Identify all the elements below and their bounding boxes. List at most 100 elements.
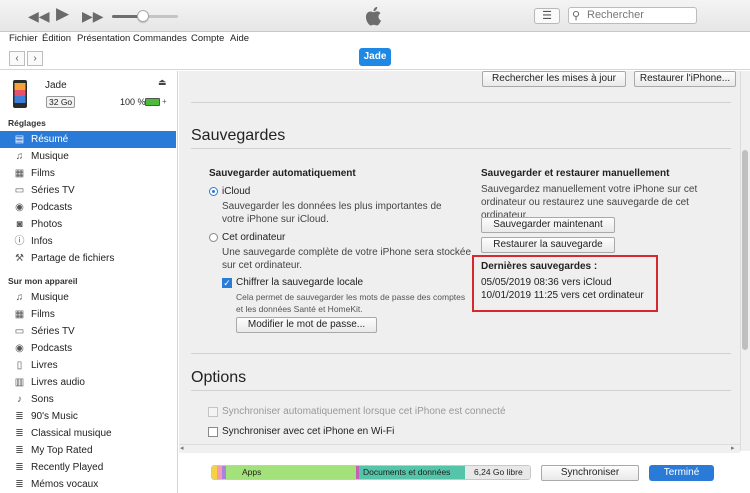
playlist-icon: ≣ — [15, 411, 24, 422]
storage-segment-apps: Apps — [226, 466, 356, 479]
done-button[interactable]: Terminé — [649, 465, 714, 481]
sidebar-item-label: Films — [31, 309, 55, 320]
icloud-radio[interactable] — [209, 187, 218, 196]
play-icon[interactable]: ▶ — [56, 5, 69, 22]
sidebar-item-label: Podcasts — [31, 343, 73, 354]
icloud-label[interactable]: iCloud — [222, 185, 250, 198]
sidebar-item-label: Infos — [31, 236, 53, 247]
sidebar-item-label: Résumé — [31, 134, 69, 145]
restore-backup-button[interactable]: Restaurer la sauvegarde — [481, 237, 615, 253]
backup-now-button[interactable]: Sauvegarder maintenant — [481, 217, 615, 233]
forward-arrow-icon[interactable]: › — [27, 51, 43, 66]
sidebar-item-films[interactable]: ▦ Films — [0, 165, 176, 182]
encrypt-description: Cela permet de sauvegarder les mots de p… — [236, 292, 466, 314]
eject-icon[interactable]: ⏏ — [158, 77, 167, 88]
book-icon: ▯ — [16, 360, 23, 371]
computer-label[interactable]: Cet ordinateur — [222, 231, 285, 244]
sidebar-item-label: Films — [31, 168, 55, 179]
encrypt-checkbox[interactable]: ✓ — [222, 278, 232, 288]
section-divider — [191, 102, 731, 103]
auto-backup-title: Sauvegarder automatiquement — [209, 168, 356, 179]
sidebar-item-device-livres[interactable]: ▯ Livres — [0, 357, 176, 374]
sidebar-item-device-sons[interactable]: ♪ Sons — [0, 391, 176, 408]
sidebar-item-label: My Top Rated — [31, 445, 93, 456]
menu-edition[interactable]: Édition — [42, 33, 71, 44]
sidebar-item-playlist-memos[interactable]: ≣ Mémos vocaux — [0, 476, 176, 493]
playlist-icon: ≣ — [15, 445, 24, 456]
sidebar-header-reglages: Réglages — [8, 118, 46, 128]
sidebar-header-appareil: Sur mon appareil — [8, 276, 78, 286]
sidebar-item-label: Séries TV — [31, 326, 75, 337]
sync-auto-checkbox[interactable] — [208, 407, 218, 417]
change-password-button[interactable]: Modifier le mot de passe... — [236, 317, 377, 333]
sidebar-item-series-tv[interactable]: ▭ Séries TV — [0, 182, 176, 199]
encrypt-label[interactable]: Chiffrer la sauvegarde locale — [236, 276, 363, 289]
sidebar-item-podcasts[interactable]: ◉ Podcasts — [0, 199, 176, 216]
menu-aide[interactable]: Aide — [230, 33, 249, 44]
sidebar-item-photos[interactable]: ◙ Photos — [0, 216, 176, 233]
search-input[interactable]: Rechercher — [568, 7, 697, 24]
iphone-icon — [13, 80, 27, 108]
sidebar-item-playlist-recent[interactable]: ≣ Recently Played — [0, 459, 176, 476]
sidebar-item-resume[interactable]: ▤ Résumé — [0, 131, 176, 148]
scrollbar-thumb[interactable] — [742, 150, 748, 350]
manual-backup-title: Sauvegarder et restaurer manuellement — [481, 168, 670, 179]
list-view-button[interactable]: ☰ — [534, 8, 560, 24]
device-tab[interactable]: Jade — [359, 48, 391, 66]
sync-button[interactable]: Synchroniser — [541, 465, 639, 481]
sidebar-item-device-series-tv[interactable]: ▭ Séries TV — [0, 323, 176, 340]
volume-slider-knob[interactable] — [137, 10, 149, 22]
film-icon: ▦ — [14, 168, 25, 179]
device-name: Jade — [45, 80, 67, 91]
restore-iphone-button[interactable]: Restaurer l'iPhone... — [634, 71, 736, 87]
sidebar-item-device-films[interactable]: ▦ Films — [0, 306, 176, 323]
sidebar-item-device-livres-audio[interactable]: ▥ Livres audio — [0, 374, 176, 391]
sync-auto-label[interactable]: Synchroniser automatiquement lorsque cet… — [222, 405, 506, 418]
sidebar-item-musique[interactable]: ♫ Musique — [0, 148, 176, 165]
scroll-right-icon[interactable]: ▸ — [731, 444, 735, 452]
sidebar-item-label: Sons — [31, 394, 54, 405]
computer-radio[interactable] — [209, 233, 218, 242]
section-divider — [191, 353, 731, 354]
summary-icon: ▤ — [14, 134, 25, 145]
capacity-badge: 32 Go — [46, 96, 76, 108]
sidebar-item-label: Mémos vocaux — [31, 479, 99, 490]
menu-commandes[interactable]: Commandes — [133, 33, 187, 44]
scroll-left-icon[interactable]: ◂ — [180, 444, 184, 452]
icloud-description: Sauvegarder les données les plus importa… — [222, 201, 442, 225]
menu-compte[interactable]: Compte — [191, 33, 224, 44]
sidebar-item-playlist-top-rated[interactable]: ≣ My Top Rated — [0, 442, 176, 459]
horizontal-scrollbar[interactable]: ◂ ▸ — [179, 444, 740, 453]
sidebar: Jade 32 Go ⏏ 100 % + Réglages ▤ Résumé ♫ M… — [0, 71, 178, 493]
fast-forward-icon[interactable]: ▶▶ — [82, 8, 104, 24]
battery-percentage: 100 % — [120, 97, 146, 107]
sidebar-item-device-podcasts[interactable]: ◉ Podcasts — [0, 340, 176, 357]
battery-icon — [145, 98, 160, 106]
sidebar-item-label: Livres audio — [31, 377, 85, 388]
charging-icon: + — [162, 97, 167, 106]
sidebar-item-label: Classical musique — [31, 428, 112, 439]
check-updates-button[interactable]: Rechercher les mises à jour — [482, 71, 626, 87]
audiobook-icon: ▥ — [14, 377, 25, 388]
sidebar-item-device-musique[interactable]: ♫ Musique — [0, 289, 176, 306]
highlight-box — [472, 255, 658, 312]
sidebar-item-label: Livres — [31, 360, 58, 371]
playlist-icon: ≣ — [15, 428, 24, 439]
wifi-sync-checkbox[interactable] — [208, 427, 218, 437]
wifi-sync-label[interactable]: Synchroniser avec cet iPhone en Wi-Fi — [222, 425, 394, 438]
menu-fichier[interactable]: Fichier — [9, 33, 38, 44]
menu-presentation[interactable]: Présentation — [77, 33, 130, 44]
rewind-icon[interactable]: ◀◀ — [28, 8, 50, 24]
computer-description: Une sauvegarde complète de votre iPhone … — [222, 247, 472, 271]
sidebar-item-playlist-classical[interactable]: ≣ Classical musique — [0, 425, 176, 442]
sidebar-item-playlist-90s[interactable]: ≣ 90's Music — [0, 408, 176, 425]
sidebar-item-label: Podcasts — [31, 202, 73, 213]
back-arrow-icon[interactable]: ‹ — [9, 51, 25, 66]
sidebar-item-label: 90's Music — [31, 411, 78, 422]
storage-segment-documents: Documents et données — [359, 466, 465, 479]
tv-icon: ▭ — [14, 185, 25, 196]
sidebar-item-label: Musique — [31, 151, 69, 162]
sidebar-item-partage[interactable]: ⚒ Partage de fichiers — [0, 250, 176, 267]
file-sharing-icon: ⚒ — [15, 253, 24, 264]
sidebar-item-infos[interactable]: ⓘ Infos — [0, 233, 176, 250]
